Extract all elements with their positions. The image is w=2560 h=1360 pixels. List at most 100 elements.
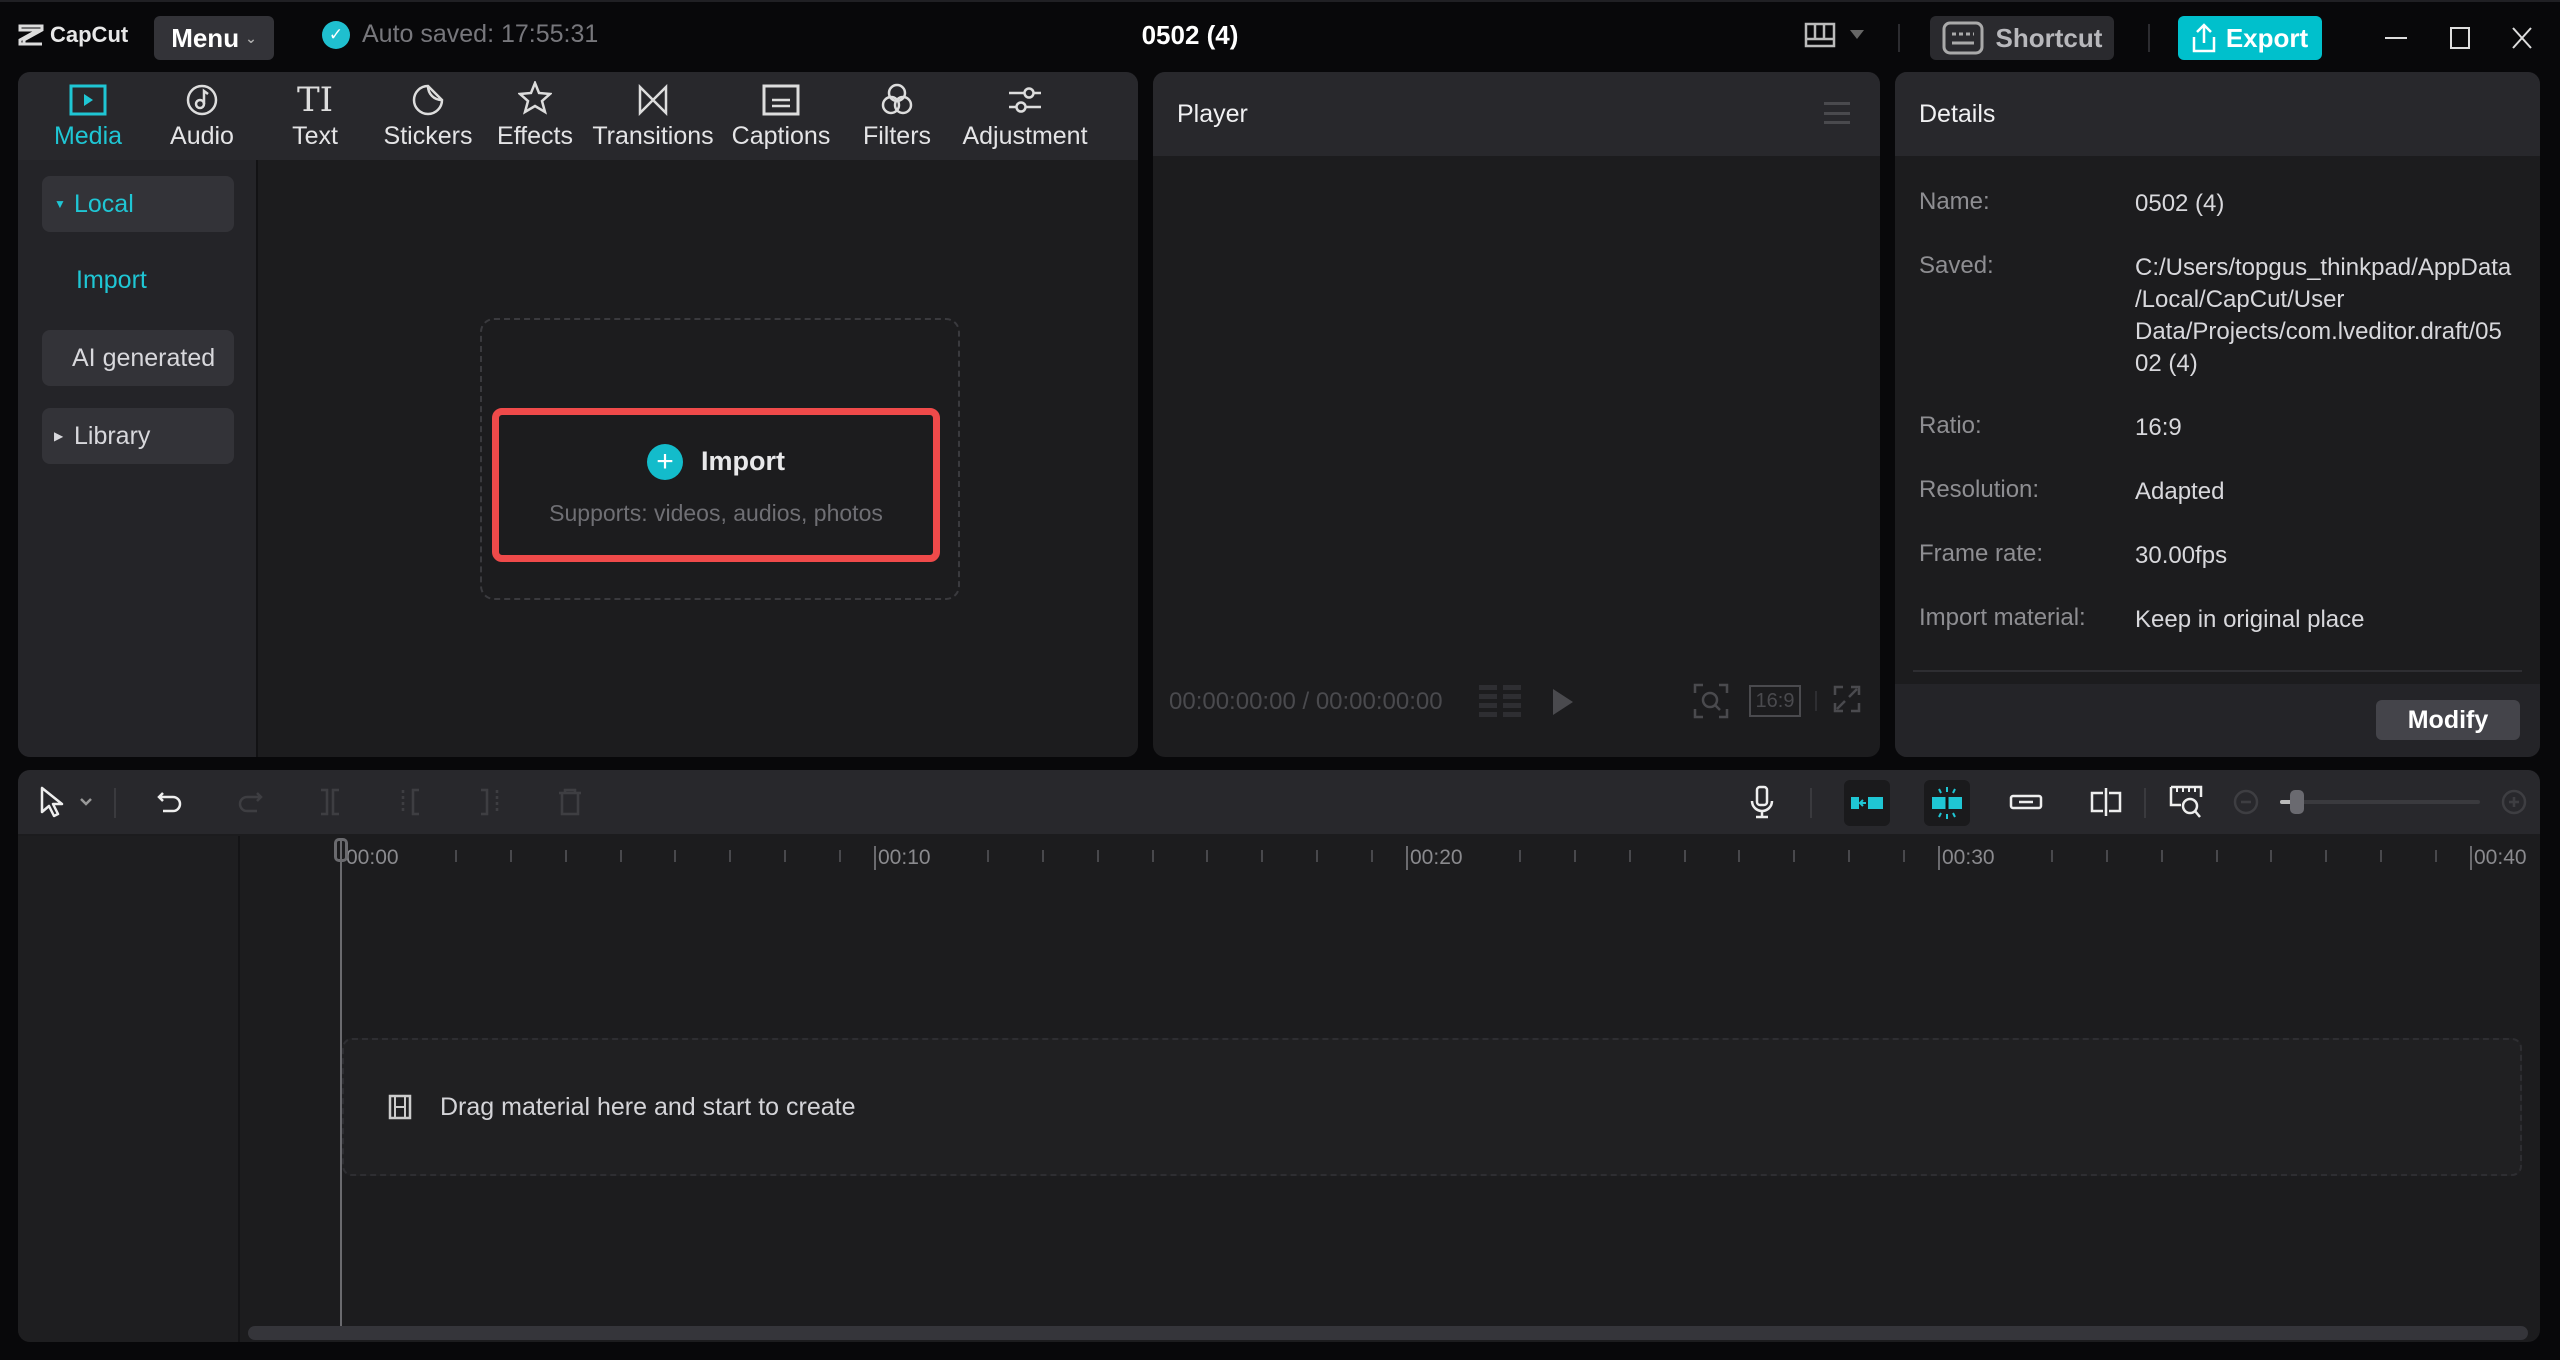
app-logo: CapCut: [18, 22, 128, 48]
ruler-label: 00:10: [874, 846, 931, 870]
minimize-button[interactable]: [2376, 18, 2416, 58]
details-title: Details: [1919, 100, 1996, 128]
ratio-button[interactable]: 16:9: [1749, 685, 1801, 717]
ruler-minor-tick: [1316, 850, 1319, 862]
import-button[interactable]: + Import Supports: videos, audios, photo…: [492, 408, 940, 562]
tab-audio[interactable]: Audio: [148, 72, 256, 160]
close-button[interactable]: [2502, 18, 2542, 58]
divider: [1810, 788, 1812, 818]
zoom-slider-handle[interactable]: [2290, 790, 2304, 814]
timeline-panel: 00:00 00:10 00:20 00:30 00:40 Drag material …: [18, 770, 2540, 1342]
divider: [2148, 24, 2150, 52]
redo-button[interactable]: [228, 780, 272, 824]
split-button[interactable]: [308, 780, 352, 824]
chevron-down-icon: [80, 798, 92, 806]
trim-left-icon: [401, 788, 419, 816]
total-time: 00:00:00:00: [1315, 688, 1443, 715]
tab-media[interactable]: Media: [28, 72, 148, 160]
sidebar-item-ai-generated[interactable]: AI generated: [42, 330, 234, 386]
plus-icon: +: [647, 443, 683, 480]
app-name: CapCut: [50, 22, 129, 47]
ruler-minor-tick: [1518, 850, 1521, 862]
tab-adjustment[interactable]: Adjustment: [950, 72, 1100, 160]
tab-text[interactable]: TI Text: [256, 72, 374, 160]
tab-transitions[interactable]: Transitions: [588, 72, 718, 160]
sidebar-item-local[interactable]: ▼ Local: [42, 176, 234, 232]
auto-snap-button[interactable]: [1924, 780, 1970, 826]
stickers-icon: [412, 84, 444, 116]
transitions-icon: [638, 84, 668, 116]
drop-hint: Drag material here and start to create: [440, 1092, 856, 1121]
ruler-major-tick: [1406, 846, 1408, 870]
tab-stickers[interactable]: Stickers: [374, 72, 482, 160]
maximize-button[interactable]: [2440, 18, 2480, 58]
play-icon[interactable]: [1551, 687, 1575, 717]
ruler-minor-tick: [2105, 850, 2108, 862]
tool-tabs: Media Audio TI Text Stickers Effects Tra…: [18, 72, 1138, 160]
ruler-minor-tick: [839, 850, 842, 862]
ruler-minor-tick: [1096, 850, 1099, 862]
timeline-drop-zone[interactable]: Drag material here and start to create: [342, 1038, 2522, 1176]
link-button[interactable]: [2004, 780, 2048, 824]
tab-captions[interactable]: Captions: [718, 72, 844, 160]
divider: [1898, 24, 1900, 52]
layout-button[interactable]: [1804, 22, 1864, 48]
timeline-toolbar: [18, 770, 2540, 834]
ruler-major-tick: [2470, 846, 2472, 870]
share-icon: [2192, 23, 2216, 53]
title-bar: CapCut Menu ⌄ ✓ Auto saved: 17:55:31 050…: [0, 0, 2560, 70]
media-drop-zone[interactable]: + Import Supports: videos, audios, photo…: [480, 318, 960, 600]
zoom-fit-icon[interactable]: [1693, 683, 1729, 719]
microphone-icon: [1750, 785, 1774, 819]
audio-icon: [186, 84, 218, 116]
ruler-minor-tick: [2435, 850, 2438, 862]
sidebar-item-library[interactable]: ▶ Library: [42, 408, 234, 464]
undo-button[interactable]: [148, 780, 192, 824]
waveform-icon[interactable]: [1479, 685, 1523, 719]
divider: [1815, 691, 1817, 711]
select-tool-dropdown[interactable]: [74, 780, 98, 824]
zoom-out-button[interactable]: [2224, 780, 2268, 824]
timeline-fit-icon: [2169, 785, 2203, 818]
delete-left-button[interactable]: [388, 780, 432, 824]
timeline-zoom-slider[interactable]: [2280, 790, 2480, 814]
divider: [114, 788, 116, 818]
delete-right-button[interactable]: [468, 780, 512, 824]
modify-button[interactable]: Modify: [2376, 700, 2520, 740]
playhead-handle[interactable]: [334, 838, 348, 862]
export-button[interactable]: Export: [2178, 16, 2322, 60]
tab-filters[interactable]: Filters: [844, 72, 950, 160]
timeline-ruler[interactable]: 00:00 00:10 00:20 00:30 00:40: [242, 836, 2540, 876]
current-time: 00:00:00:00: [1169, 688, 1296, 715]
divider: [1913, 670, 2522, 672]
ruler-minor-tick: [1573, 850, 1576, 862]
sidebar-item-import[interactable]: Import: [42, 252, 234, 308]
select-tool-button[interactable]: [30, 780, 74, 824]
ruler-minor-tick: [784, 850, 787, 862]
caret-down-icon: ▼: [54, 197, 66, 211]
player-panel: Player 00:00:00:00 / 00:00:00:00 16:9: [1153, 72, 1880, 757]
media-panel: Media Audio TI Text Stickers Effects Tra…: [18, 72, 1138, 757]
maximize-icon: [2450, 27, 2470, 49]
preview-axis-button[interactable]: [2084, 780, 2128, 824]
ruler-minor-tick: [674, 850, 677, 862]
import-label: Import: [701, 446, 785, 476]
record-audio-button[interactable]: [1740, 780, 1784, 824]
tab-effects[interactable]: Effects: [482, 72, 588, 160]
delete-button[interactable]: [548, 780, 592, 824]
ruler-minor-tick: [1848, 850, 1851, 862]
trim-right-icon: [481, 788, 499, 816]
timeline-horizontal-scrollbar[interactable]: [248, 1326, 2528, 1340]
magnet-main-track-button[interactable]: [1844, 780, 1890, 826]
shortcut-button[interactable]: Shortcut: [1930, 16, 2114, 60]
ruler-minor-tick: [2325, 850, 2328, 862]
fullscreen-icon[interactable]: [1833, 685, 1861, 713]
menu-button[interactable]: Menu ⌄: [154, 16, 274, 60]
zoom-in-button[interactable]: [2492, 780, 2536, 824]
film-icon: [388, 1094, 412, 1120]
hamburger-menu-icon[interactable]: [1824, 102, 1850, 124]
ruler-label: 00:20: [1406, 846, 1463, 870]
playhead[interactable]: [340, 840, 342, 1326]
minimize-icon: [2385, 37, 2407, 39]
zoom-to-fit-button[interactable]: [2164, 780, 2208, 824]
